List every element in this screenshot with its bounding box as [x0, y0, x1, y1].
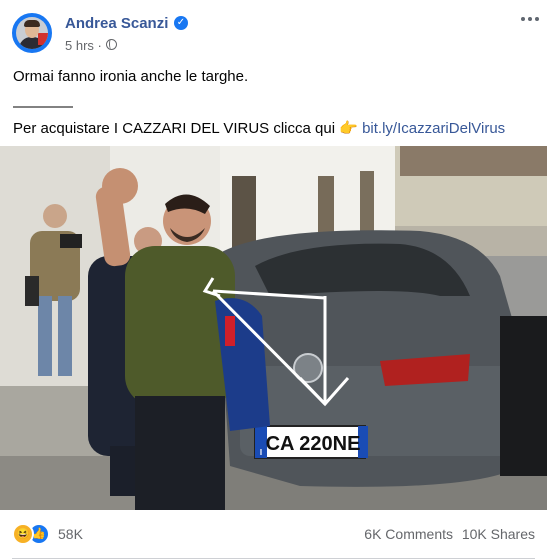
post-header: Andrea Scanzi ✓ 5 hrs · [0, 0, 547, 62]
post-footer: 😆 👍 58K 6K Comments 10K Shares [0, 510, 547, 560]
avatar-photo [16, 17, 48, 49]
meta-separator: · [97, 38, 102, 53]
cta-link[interactable]: bit.ly/IcazzariDelVirus [362, 120, 505, 137]
post-body: Ormai fanno ironia anche le targhe. ————… [13, 66, 538, 140]
post-time[interactable]: 5 hrs [65, 38, 94, 53]
comments-count[interactable]: 6K Comments [364, 526, 453, 542]
license-plate: CA 220NE [266, 433, 361, 455]
post-meta: 5 hrs · [65, 38, 102, 53]
author-avatar[interactable] [12, 13, 52, 53]
footer-divider [12, 558, 535, 559]
post-text-cta: Per acquistare I CAZZARI DEL VIRUS clicc… [13, 118, 538, 140]
pointing-hand-icon: 👉 [339, 120, 358, 137]
reaction-icons[interactable]: 😆 👍 [12, 523, 54, 545]
photo-scene: CA 220NE I [0, 146, 547, 510]
plate-country-badge: I [260, 448, 262, 457]
cta-text: Per acquistare I CAZZARI DEL VIRUS clicc… [13, 120, 336, 137]
verified-badge-icon: ✓ [174, 16, 188, 30]
globe-icon[interactable] [106, 39, 117, 50]
reactions-count[interactable]: 58K [58, 526, 83, 542]
more-options-icon[interactable] [519, 12, 541, 26]
post-text-line: Ormai fanno ironia anche le targhe. [13, 68, 249, 85]
shares-count[interactable]: 10K Shares [462, 526, 535, 542]
author-name[interactable]: Andrea Scanzi [65, 15, 168, 32]
post-text-rule: ———— [13, 98, 73, 115]
haha-reaction-icon: 😆 [12, 523, 34, 545]
post-photo[interactable]: CA 220NE I [0, 146, 547, 510]
